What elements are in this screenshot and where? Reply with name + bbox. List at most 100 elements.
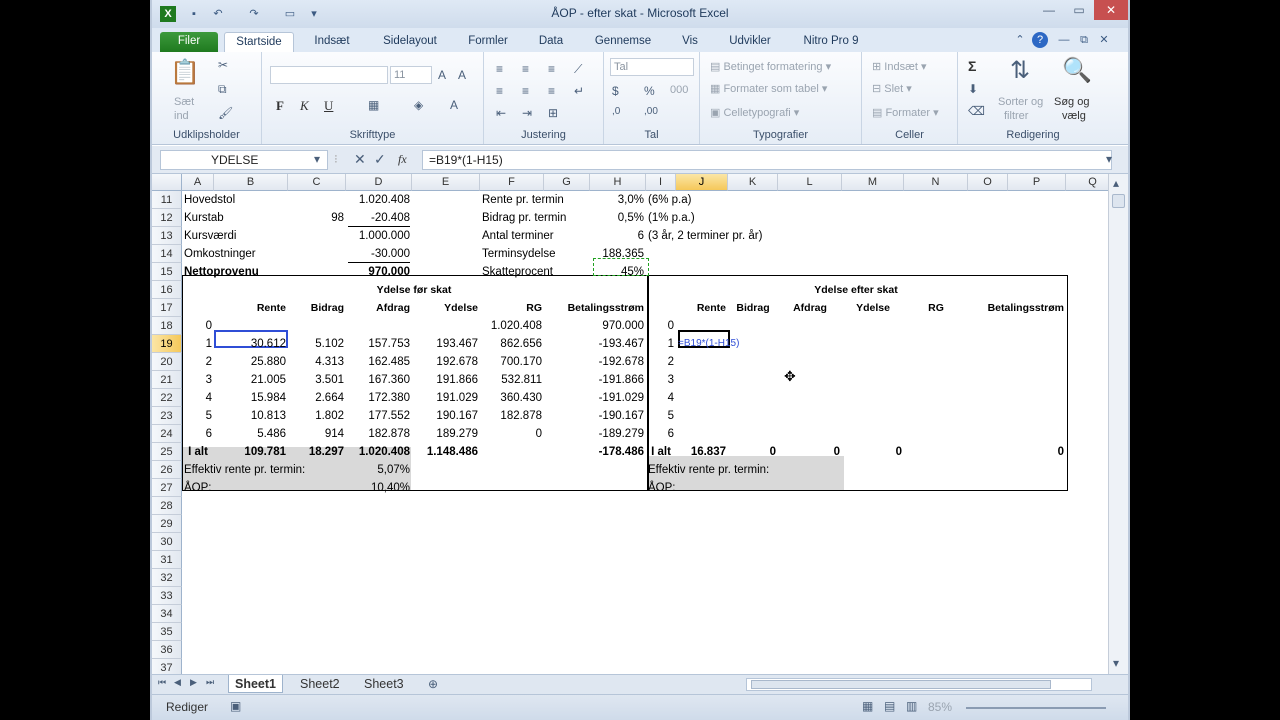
row-header-34[interactable]: 34 — [152, 605, 182, 623]
zoom-level[interactable]: 85% — [928, 700, 952, 714]
find-select-label[interactable]: Søg og — [1054, 96, 1089, 108]
orientation-icon[interactable]: ⟋ — [574, 62, 582, 77]
cell-k25[interactable]: 0 — [730, 443, 776, 461]
decrease-decimal-icon[interactable]: ,00 — [644, 106, 658, 117]
cell-a24[interactable]: 6 — [184, 425, 212, 443]
zoom-slider[interactable] — [966, 707, 1106, 709]
cell-e23[interactable]: 190.167 — [414, 407, 478, 425]
cell-f20[interactable]: 700.170 — [482, 353, 542, 371]
column-header-g[interactable]: G — [544, 174, 590, 191]
column-header-p[interactable]: P — [1008, 174, 1066, 191]
font-color-icon[interactable]: A — [450, 98, 458, 112]
cell-f15[interactable]: Skatteprocent — [482, 263, 588, 281]
cell-b19[interactable]: 30.612 — [216, 335, 286, 353]
cell-d14[interactable]: -30.000 — [348, 245, 410, 263]
cell-a20[interactable]: 2 — [184, 353, 212, 371]
row-header-31[interactable]: 31 — [152, 551, 182, 569]
header-right-0[interactable]: Rente — [678, 299, 726, 317]
cell-i18[interactable]: 0 — [648, 317, 674, 335]
scroll-up-icon[interactable]: ▴ — [1113, 176, 1119, 190]
row-header-18[interactable]: 18 — [152, 317, 182, 335]
cell-h24[interactable]: -189.279 — [592, 425, 644, 443]
bold-button[interactable]: F — [276, 98, 284, 114]
formula-options-icon[interactable]: ⁝ — [334, 152, 338, 166]
row-header-16[interactable]: 16 — [152, 281, 182, 299]
cell-e24[interactable]: 189.279 — [414, 425, 478, 443]
cell-c19[interactable]: 5.102 — [290, 335, 344, 353]
row-header-28[interactable]: 28 — [152, 497, 182, 515]
cell-d25[interactable]: 1.020.408 — [348, 443, 410, 461]
align-right-icon[interactable]: ≡ — [548, 84, 555, 98]
row-header-37[interactable]: 37 — [152, 659, 182, 674]
header-right-5[interactable]: Betalingsstrøm — [970, 299, 1064, 317]
cell-c24[interactable]: 914 — [290, 425, 344, 443]
cell-i24[interactable]: 6 — [648, 425, 674, 443]
cell-c20[interactable]: 4.313 — [290, 353, 344, 371]
insert-cells-button[interactable]: ⊞ Indsæt ▾ — [872, 60, 927, 73]
help-icon[interactable]: ? — [1032, 32, 1048, 48]
cell-a14[interactable]: Omkostninger — [184, 245, 286, 263]
cell-i20[interactable]: 2 — [648, 353, 674, 371]
find-select-label-2[interactable]: vælg — [1062, 110, 1086, 122]
header-right-2[interactable]: Afdrag — [780, 299, 840, 317]
cell-styles-button[interactable]: ▣ Celletypografi ▾ — [710, 106, 799, 119]
wb-minimize-icon[interactable]: — — [1056, 32, 1072, 48]
italic-button[interactable]: K — [300, 98, 309, 114]
collapse-ribbon-icon[interactable]: ⌃ — [1012, 32, 1028, 48]
next-sheet-icon[interactable]: ▶ — [190, 677, 197, 688]
cell-a12[interactable]: Kurstab — [184, 209, 286, 227]
cell-f18[interactable]: 1.020.408 — [482, 317, 542, 335]
cell-d19[interactable]: 157.753 — [348, 335, 410, 353]
cell-m25[interactable]: 0 — [844, 443, 902, 461]
maximize-icon[interactable]: ▭ — [1064, 0, 1094, 20]
first-sheet-icon[interactable]: ⏮ — [158, 677, 166, 688]
cell-b21[interactable]: 21.005 — [216, 371, 286, 389]
cell-b22[interactable]: 15.984 — [216, 389, 286, 407]
format-painter-icon[interactable]: 🖌 — [218, 106, 233, 120]
percent-icon[interactable]: % — [644, 84, 655, 98]
column-header-k[interactable]: K — [728, 174, 778, 191]
cell-a27[interactable]: ÅOP: — [184, 479, 344, 497]
cell-e21[interactable]: 191.866 — [414, 371, 478, 389]
cell-e25[interactable]: 1.148.486 — [414, 443, 478, 461]
cell-i22[interactable]: 4 — [648, 389, 674, 407]
cell-h20[interactable]: -192.678 — [592, 353, 644, 371]
tab-page-layout[interactable]: Sidelayout — [372, 32, 448, 52]
header-left-2[interactable]: Afdrag — [348, 299, 410, 317]
cell-h15[interactable]: 45% — [592, 263, 644, 281]
cell-c22[interactable]: 2.664 — [290, 389, 344, 407]
header-left-1[interactable]: Bidrag — [290, 299, 344, 317]
cell-h14[interactable]: 188.365 — [592, 245, 644, 263]
cell-f24[interactable]: 0 — [482, 425, 542, 443]
cell-a18[interactable]: 0 — [184, 317, 212, 335]
column-header-j[interactable]: J — [676, 174, 728, 191]
font-size-combo[interactable]: 11 — [390, 66, 432, 84]
cell-a13[interactable]: Kursværdi — [184, 227, 286, 245]
column-header-o[interactable]: O — [968, 174, 1008, 191]
table-title-before-tax[interactable]: Ydelse før skat — [184, 281, 644, 299]
row-header-13[interactable]: 13 — [152, 227, 182, 245]
row-header-24[interactable]: 24 — [152, 425, 182, 443]
cell-d12[interactable]: -20.408 — [348, 209, 410, 227]
shrink-font-icon[interactable]: A — [458, 68, 466, 82]
column-header-q[interactable]: Q — [1066, 174, 1108, 191]
fill-color-icon[interactable]: ◈ — [414, 98, 423, 112]
cell-e22[interactable]: 191.029 — [414, 389, 478, 407]
cell-a23[interactable]: 5 — [184, 407, 212, 425]
wb-restore-icon[interactable]: ⧉ — [1076, 32, 1092, 48]
cell-h23[interactable]: -190.167 — [592, 407, 644, 425]
column-header-f[interactable]: F — [480, 174, 544, 191]
fill-icon[interactable]: ⬇ — [968, 82, 978, 96]
increase-indent-icon[interactable]: ⇥ — [522, 106, 532, 120]
column-header-e[interactable]: E — [412, 174, 480, 191]
expand-formula-icon[interactable]: ▾ — [1106, 152, 1112, 166]
clear-icon[interactable]: ⌫ — [968, 104, 985, 118]
cell-b20[interactable]: 25.880 — [216, 353, 286, 371]
cell-d11[interactable]: 1.020.408 — [348, 191, 410, 209]
align-middle-icon[interactable]: ≡ — [522, 62, 529, 76]
cell-d13[interactable]: 1.000.000 — [348, 227, 410, 245]
delete-cells-button[interactable]: ⊟ Slet ▾ — [872, 82, 912, 95]
tab-review[interactable]: Gennemse — [584, 32, 662, 52]
header-left-3[interactable]: Ydelse — [414, 299, 478, 317]
cell-d21[interactable]: 167.360 — [348, 371, 410, 389]
